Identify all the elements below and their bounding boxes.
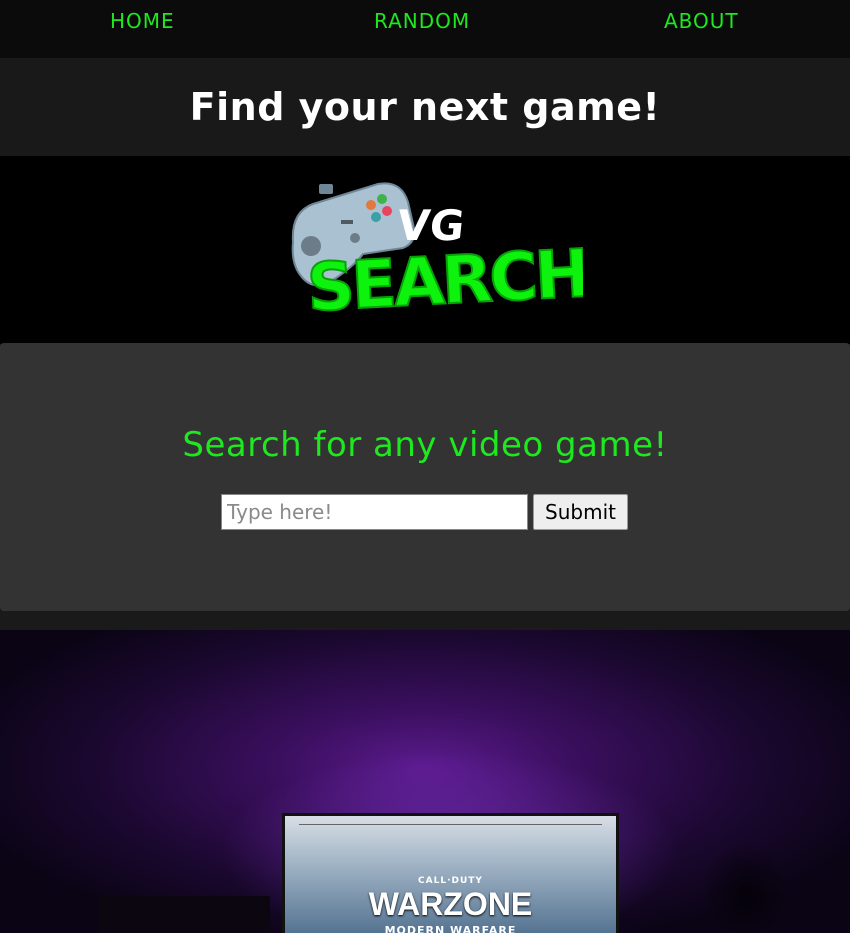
nav-about-link[interactable]: ABOUT xyxy=(664,9,739,33)
monitor-title: WARZONE xyxy=(368,886,533,922)
hero-speaker xyxy=(100,896,270,933)
hero-plant xyxy=(700,840,790,933)
page-title: Find your next game! xyxy=(189,85,661,129)
vg-search-logo: VG SEARCH xyxy=(291,182,583,322)
title-bar: Find your next game! xyxy=(0,58,850,156)
search-heading: Search for any video game! xyxy=(182,425,668,465)
monitor-subtitle: CALL·DUTY xyxy=(418,876,483,886)
monitor-tagline: MODERN WARFARE xyxy=(384,924,517,933)
logo-search-text: SEARCH xyxy=(305,235,583,322)
nav-random-link[interactable]: RANDOM xyxy=(374,9,470,33)
search-input[interactable] xyxy=(221,494,528,530)
nav-home-link[interactable]: HOME xyxy=(110,9,175,33)
monitor-hud xyxy=(299,824,602,834)
top-nav: HOME RANDOM ABOUT xyxy=(0,0,850,58)
submit-button[interactable]: Submit xyxy=(533,494,628,530)
hero-monitor: CALL·DUTY WARZONE MODERN WARFARE xyxy=(282,813,619,933)
search-panel: Search for any video game! Submit xyxy=(0,343,850,611)
hero-image: CALL·DUTY WARZONE MODERN WARFARE xyxy=(0,630,850,933)
